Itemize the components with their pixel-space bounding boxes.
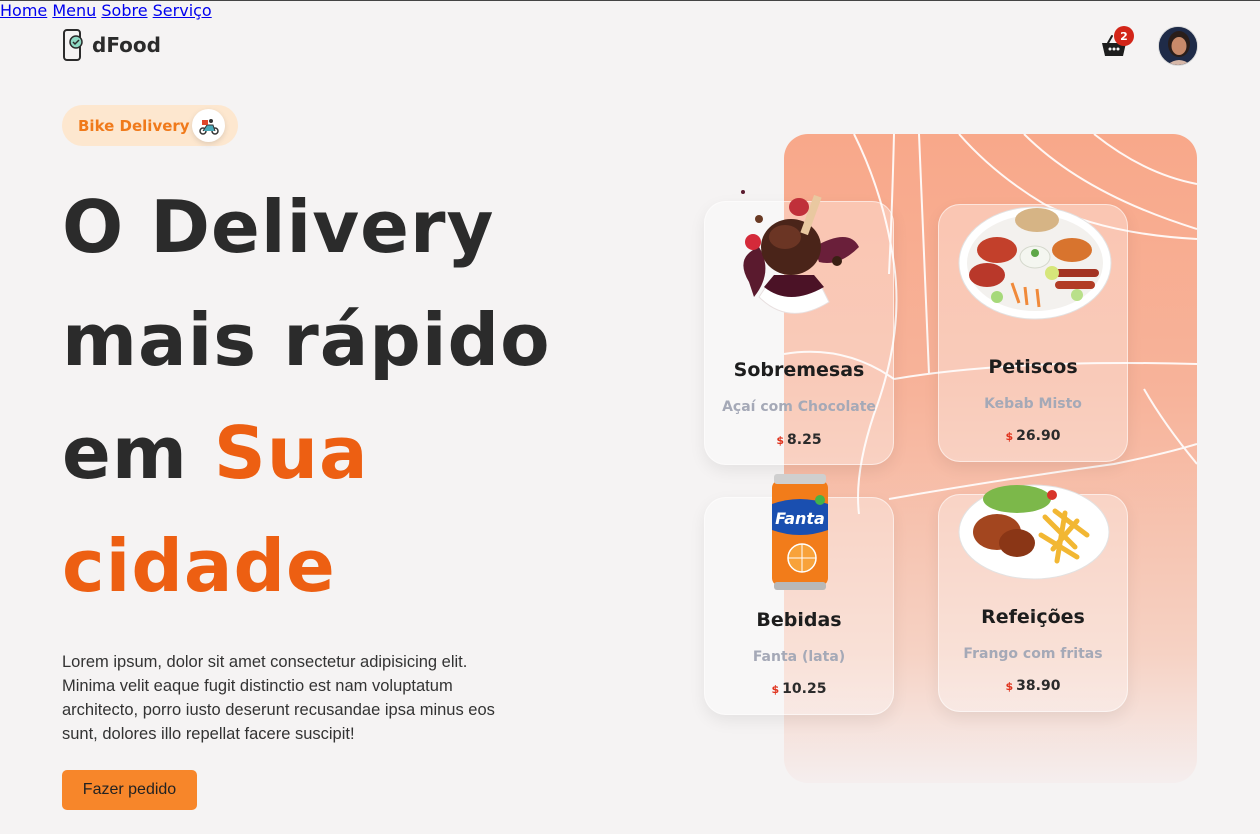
nav-servico[interactable]: Serviço — [153, 1, 212, 20]
price-value: 10.25 — [782, 681, 827, 697]
chocolate-dessert-image — [741, 190, 859, 314]
card-item: Açaí com Chocolate — [722, 399, 876, 415]
card-item: Kebab Misto — [984, 396, 1082, 412]
headline-highlight-2: cidade — [62, 524, 336, 608]
svg-text:Fanta: Fanta — [775, 509, 825, 528]
currency-symbol: $ — [1005, 430, 1014, 443]
price-value: 26.90 — [1016, 428, 1061, 444]
avatar-picture — [1159, 27, 1197, 65]
category-card-bebidas[interactable]: Fanta Bebidas Fanta (lata) $10.25 — [704, 474, 894, 715]
cart-count-badge: 2 — [1114, 26, 1134, 46]
headline-line-2: mais rápido — [62, 298, 551, 382]
card-title: Petiscos — [988, 356, 1078, 378]
card-title: Sobremesas — [733, 359, 865, 381]
kebab-platter-image — [958, 206, 1112, 320]
card-item: Frango com fritas — [963, 646, 1103, 662]
bike-delivery-pill: Bike Delivery — [62, 105, 238, 146]
nav-menu[interactable]: Menu — [52, 1, 96, 20]
headline-line-3: em Sua — [62, 397, 551, 510]
pill-label: Bike Delivery — [78, 116, 190, 135]
headline-plain: em — [62, 411, 214, 495]
main-nav: Home Menu Sobre Serviço — [0, 1, 1260, 20]
card-title: Bebidas — [756, 609, 842, 631]
brand-logo[interactable]: dFood — [62, 28, 161, 62]
soda-can-image: Fanta — [772, 474, 828, 590]
phone-delivery-icon — [63, 29, 83, 61]
user-avatar[interactable] — [1158, 26, 1198, 66]
hero-headline: O Delivery mais rápido em Sua cidade — [62, 171, 551, 623]
nav-home[interactable]: Home — [0, 1, 47, 20]
hero-description: Lorem ipsum, dolor sit amet consectetur … — [62, 653, 495, 743]
price-value: 8.25 — [787, 432, 822, 448]
card-price: $10.25 — [705, 681, 893, 697]
card-price: $38.90 — [939, 678, 1127, 694]
chicken-fries-plate-image — [958, 484, 1110, 580]
card-item: Fanta (lata) — [752, 649, 846, 665]
currency-symbol: $ — [1005, 680, 1014, 693]
category-card-refeicoes[interactable]: Refeições Frango com fritas $38.90 — [938, 484, 1128, 712]
category-card-petiscos[interactable]: Petiscos Kebab Misto $26.90 — [938, 204, 1128, 462]
category-card-sobremesas[interactable]: Sobremesas Açaí com Chocolate $8.25 — [704, 190, 894, 465]
currency-symbol: $ — [771, 683, 780, 696]
order-button[interactable]: Fazer pedido — [62, 770, 197, 810]
card-price: $26.90 — [939, 428, 1127, 444]
headline-highlight-1: Sua — [213, 411, 369, 495]
card-price: $8.25 — [705, 432, 893, 448]
brand-name: dFood — [92, 33, 161, 57]
card-title: Refeições — [981, 606, 1085, 628]
headline-line-1: O Delivery — [62, 185, 495, 269]
price-value: 38.90 — [1016, 678, 1061, 694]
scooter-icon — [192, 109, 225, 142]
currency-symbol: $ — [776, 434, 785, 447]
nav-sobre[interactable]: Sobre — [101, 1, 147, 20]
